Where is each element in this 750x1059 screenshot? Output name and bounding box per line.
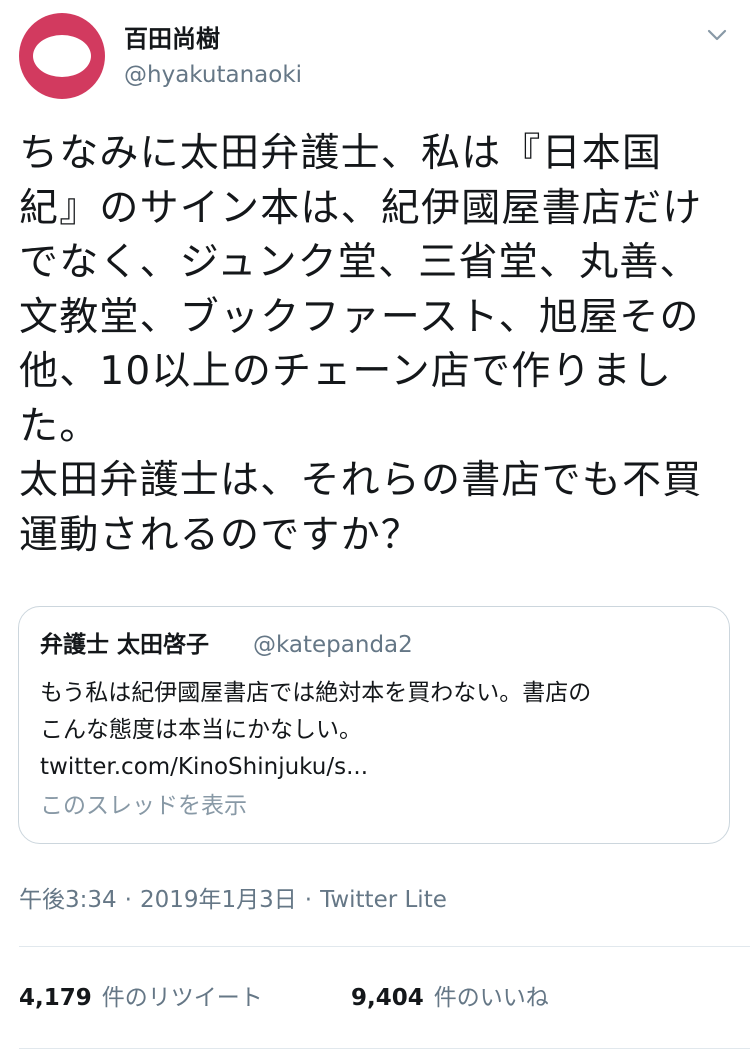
likes-label: 件のいいね bbox=[433, 985, 549, 1011]
divider bbox=[19, 1048, 750, 1049]
quoted-text-line: こんな態度は本当にかなしい。 bbox=[40, 717, 362, 743]
tweet-text-line: 文教堂、ブックファースト、旭屋その bbox=[19, 294, 700, 340]
tweet-text-line: 太田弁護士は、それらの書店でも不買 bbox=[19, 458, 703, 503]
meta-separator: · bbox=[304, 887, 313, 913]
tweet-text-line: た。 bbox=[19, 403, 100, 449]
retweets-label: 件のリツイート bbox=[101, 985, 263, 1011]
likes-count: 9,404 bbox=[351, 985, 424, 1011]
quoted-author-handle: @katepanda2 bbox=[253, 632, 413, 658]
quoted-link[interactable]: twitter.com/KinoShinjuku/s... bbox=[40, 749, 720, 786]
avatar-logo bbox=[33, 35, 91, 77]
divider bbox=[19, 946, 750, 947]
tweet-text-line: 紀』のサイン本は、紀伊國屋書店だけ bbox=[19, 185, 703, 231]
user-handle[interactable]: @hyakutanaoki bbox=[124, 60, 302, 90]
tweet-text-line: 運動されるのですか？ bbox=[19, 512, 422, 558]
tweet-text: ちなみに太田弁護士、私は『日本国 紀』のサイン本は、紀伊國屋書店だけ でなく、ジ… bbox=[19, 127, 734, 563]
quoted-author-name: 弁護士 太田啓子 bbox=[40, 632, 210, 658]
tweet-text-line: ちなみに太田弁護士、私は『日本国 bbox=[19, 131, 663, 176]
quoted-text-line: もう私は紀伊國屋書店では絶対本を買わない。書店の bbox=[40, 680, 592, 706]
likes-stat[interactable]: 9,404 件のいいね bbox=[351, 983, 549, 1013]
chevron-down-icon[interactable] bbox=[706, 26, 728, 44]
tweet-text-line: でなく、ジュンク堂、三省堂、丸善、 bbox=[19, 240, 700, 285]
meta-separator: · bbox=[124, 887, 132, 913]
tweet-source[interactable]: Twitter Lite bbox=[320, 887, 447, 913]
tweet-metadata: 午後3:34 · 2019年1月3日 · Twitter Lite bbox=[19, 885, 447, 915]
quoted-tweet-text: もう私は紀伊國屋書店では絶対本を買わない。書店の こんな態度は本当にかなしい。 … bbox=[40, 675, 720, 786]
tweet-time[interactable]: 午後3:34 bbox=[19, 887, 117, 913]
tweet-date[interactable]: 2019年1月3日 bbox=[140, 887, 297, 913]
quoted-tweet-card[interactable]: 弁護士 太田啓子 @katepanda2 もう私は紀伊國屋書店では絶対本を買わな… bbox=[18, 606, 730, 844]
retweets-stat[interactable]: 4,179 件のリツイート bbox=[19, 983, 263, 1013]
tweet-text-line: 他、10以上のチェーン店で作りまし bbox=[19, 349, 673, 394]
user-name[interactable]: 百田尚樹 bbox=[124, 24, 220, 54]
show-thread-link[interactable]: このスレッドを表示 bbox=[40, 791, 247, 821]
avatar[interactable] bbox=[19, 13, 105, 99]
retweets-count: 4,179 bbox=[19, 985, 92, 1011]
tweet-header: 百田尚樹 @hyakutanaoki bbox=[0, 0, 750, 110]
